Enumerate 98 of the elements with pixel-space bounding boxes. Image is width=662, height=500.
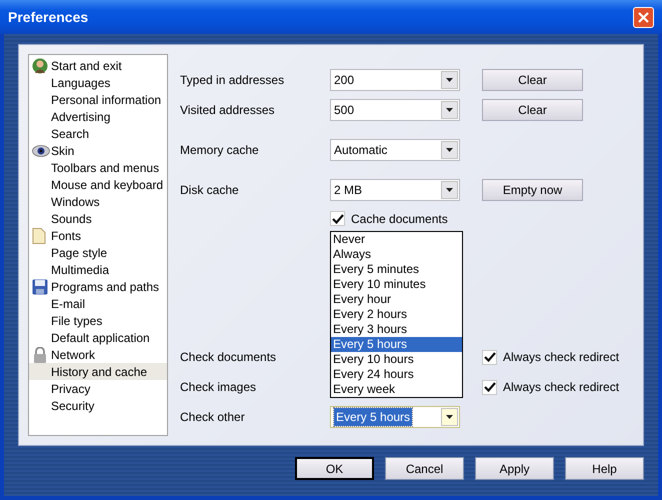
dropdown-option[interactable]: Every 10 hours <box>331 352 462 367</box>
checkbox-label: Always check redirect <box>503 379 620 396</box>
checkbox-label: Always check redirect <box>503 349 620 366</box>
person-icon <box>32 58 48 74</box>
category-label: Programs and paths <box>51 278 160 296</box>
category-label: Toolbars and menus <box>51 160 160 176</box>
category-label: Start and exit <box>51 58 122 74</box>
dropdown-option[interactable]: Always <box>331 247 462 262</box>
category-item[interactable]: Programs and paths <box>29 278 167 295</box>
caret-icon <box>446 188 453 192</box>
category-label: Mouse and keyboard <box>51 176 164 194</box>
category-item[interactable]: History and cache <box>29 363 167 380</box>
combo-box[interactable]: 2 MB <box>330 179 460 201</box>
category-item[interactable]: Default application <box>29 329 167 346</box>
category-item[interactable]: Fonts <box>29 227 167 244</box>
category-label: Privacy <box>51 380 90 398</box>
eye-icon <box>32 144 50 156</box>
dropdown-arrow-button[interactable] <box>441 408 458 426</box>
caret-icon <box>446 148 453 152</box>
dialog-button[interactable]: Help <box>565 457 644 480</box>
dropdown-option[interactable]: Never <box>331 232 462 247</box>
action-button[interactable]: Empty now <box>482 179 583 201</box>
combo-box[interactable]: 200 <box>330 69 460 91</box>
checkmark-icon <box>332 214 344 224</box>
dropdown-option[interactable]: Every 2 hours <box>331 307 462 322</box>
combo-box[interactable]: 500 <box>330 99 460 121</box>
page-icon <box>32 228 46 244</box>
action-button[interactable]: Clear <box>482 69 583 91</box>
combo-box[interactable]: Automatic <box>330 139 460 161</box>
dropdown-option[interactable]: Every 5 minutes <box>331 262 462 277</box>
dialog-button[interactable]: Apply <box>475 457 554 480</box>
category-label: Advertising <box>51 108 110 126</box>
dropdown-option[interactable]: Every hour <box>331 292 462 307</box>
padlock-icon <box>32 346 48 362</box>
dropdown-option[interactable]: Every 24 hours <box>331 367 462 382</box>
dropdown-option[interactable]: Every week <box>331 382 462 397</box>
category-item[interactable]: Personal information <box>29 91 167 108</box>
setting-label: Check other <box>180 409 246 426</box>
setting-label: Disk cache <box>180 182 240 199</box>
category-label: Sounds <box>51 210 92 228</box>
dropdown-option[interactable]: Every 10 minutes <box>331 277 462 292</box>
category-item[interactable]: Start and exit <box>29 57 167 74</box>
category-item[interactable]: Page style <box>29 244 167 261</box>
close-icon <box>638 12 649 22</box>
setting-label: Check documents <box>180 349 278 366</box>
category-label: Default application <box>51 330 150 346</box>
category-label: Multimedia <box>51 262 110 278</box>
checkbox-label: Cache documents <box>351 210 448 228</box>
dropdown-option[interactable]: Every 3 hours <box>331 322 462 337</box>
setting-label: Check images <box>180 379 258 396</box>
category-label: Languages <box>51 74 110 92</box>
action-button[interactable]: Clear <box>482 99 583 121</box>
category-label: History and cache <box>51 364 148 380</box>
setting-label: Typed in addresses <box>180 72 286 89</box>
category-item[interactable]: Languages <box>29 74 167 91</box>
category-item[interactable]: Sounds <box>29 210 167 227</box>
category-item[interactable]: Toolbars and menus <box>29 159 167 176</box>
category-item[interactable]: Advertising <box>29 108 167 125</box>
caret-icon <box>446 108 453 112</box>
checkmark-icon <box>484 352 496 362</box>
category-label: Network <box>51 346 96 364</box>
dialog-button[interactable]: Cancel <box>385 457 464 480</box>
category-item[interactable]: Windows <box>29 193 167 210</box>
category-item[interactable]: E-mail <box>29 295 167 312</box>
checkbox[interactable] <box>482 350 497 364</box>
category-label: File types <box>51 312 102 330</box>
category-label: Personal information <box>51 92 162 108</box>
category-label: E-mail <box>51 296 86 312</box>
caret-icon <box>446 78 453 82</box>
dropdown-arrow-button[interactable] <box>441 71 458 89</box>
window-title: Preferences <box>8 8 88 26</box>
category-label: Security <box>51 398 94 414</box>
checkbox[interactable] <box>330 211 345 226</box>
close-button[interactable] <box>633 6 654 28</box>
category-item[interactable]: Mouse and keyboard <box>29 176 167 193</box>
category-item[interactable]: Network <box>29 346 167 363</box>
setting-label: Visited addresses <box>180 102 276 119</box>
category-item[interactable]: Privacy <box>29 380 167 397</box>
category-item[interactable]: Security <box>29 397 167 414</box>
dropdown-arrow-button[interactable] <box>441 101 458 119</box>
category-item[interactable]: Skin <box>29 142 167 159</box>
category-label: Search <box>51 126 90 142</box>
caret-icon <box>446 415 453 419</box>
dropdown-option[interactable]: Every 5 hours <box>331 337 462 352</box>
checkbox[interactable] <box>482 380 497 394</box>
category-label: Windows <box>51 194 100 210</box>
dialog-button[interactable]: OK <box>295 457 374 480</box>
dropdown-arrow-button[interactable] <box>441 181 458 199</box>
checkmark-icon <box>484 382 496 392</box>
category-item[interactable]: Multimedia <box>29 261 167 278</box>
dropdown-arrow-button[interactable] <box>441 141 458 159</box>
combo-box[interactable]: Every 5 hours <box>330 406 460 428</box>
category-item[interactable]: File types <box>29 312 167 329</box>
category-label: Skin <box>51 142 74 160</box>
setting-label: Memory cache <box>180 142 260 159</box>
category-item[interactable]: Search <box>29 125 167 142</box>
category-label: Page style <box>51 244 108 262</box>
category-label: Fonts <box>51 228 82 244</box>
